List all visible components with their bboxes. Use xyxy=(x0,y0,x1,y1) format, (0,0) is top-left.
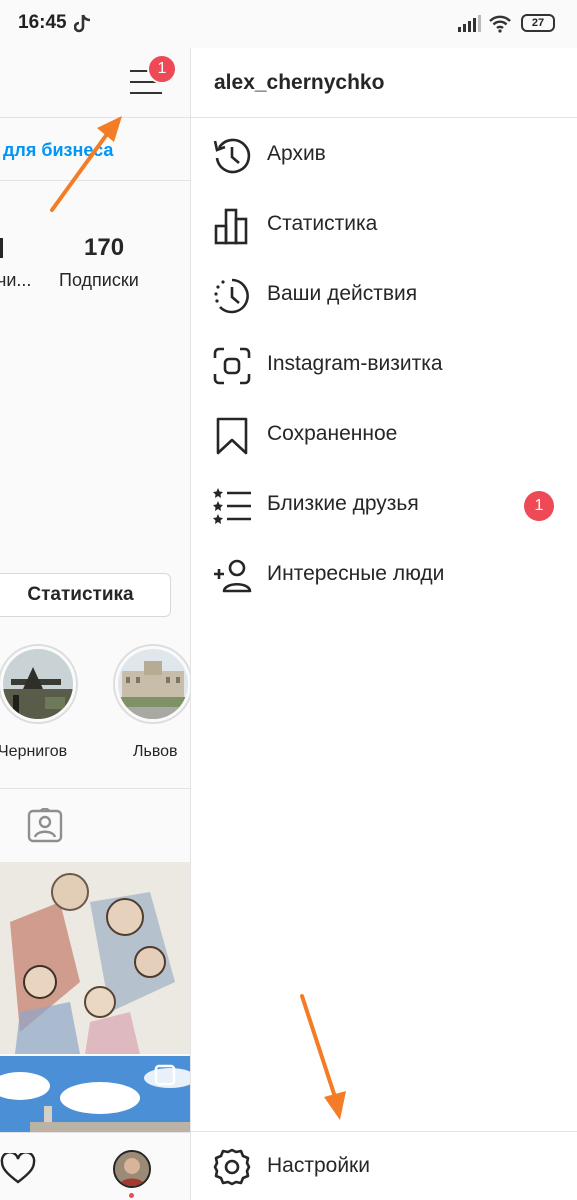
bottom-nav xyxy=(0,1132,190,1200)
activity-clock-icon xyxy=(214,278,249,314)
close-friends-list-icon xyxy=(213,488,251,524)
divider xyxy=(0,180,190,181)
wifi-icon xyxy=(489,15,511,33)
notification-badge: 1 xyxy=(147,54,177,84)
bar-chart-icon xyxy=(214,208,248,245)
post-image xyxy=(0,862,190,1054)
following-label[interactable]: Подписки xyxy=(59,270,139,291)
highlight-image xyxy=(118,649,188,719)
menu-item-nametag[interactable]: Instagram-визитка xyxy=(191,330,577,400)
battery-icon: 27 xyxy=(521,14,555,32)
statistics-button[interactable]: Статистика xyxy=(0,573,171,617)
heart-icon[interactable] xyxy=(0,1153,36,1185)
highlight-label: Львов xyxy=(133,743,178,760)
menu-item-saved[interactable]: Сохраненное xyxy=(191,400,577,470)
highlight-label: Чернигов xyxy=(0,743,68,760)
signal-icon xyxy=(458,15,481,32)
tiktok-icon xyxy=(74,14,91,33)
post-thumbnail[interactable] xyxy=(0,862,190,1054)
profile-avatar[interactable] xyxy=(113,1150,151,1188)
profile-panel: 1 для бизнеса чи... 170 Подписки Статист… xyxy=(0,48,190,1200)
gear-icon xyxy=(213,1148,251,1186)
drawer-header: alex_chernychko xyxy=(191,48,577,118)
post-image xyxy=(0,1056,190,1132)
status-bar: 16:45 27 xyxy=(0,0,577,48)
menu-item-archive[interactable]: Архив xyxy=(191,120,577,190)
post-thumbnail[interactable] xyxy=(0,1056,190,1132)
menu-item-label: Сохраненное xyxy=(267,422,398,445)
followers-label[interactable]: чи... xyxy=(0,270,31,291)
archive-history-icon xyxy=(213,138,251,174)
menu-item-your-activity[interactable]: Ваши действия xyxy=(191,260,577,330)
nametag-icon xyxy=(213,347,251,385)
profile-header: 1 xyxy=(0,48,190,118)
highlight-chernigov[interactable] xyxy=(3,649,73,719)
menu-item-label: Ваши действия xyxy=(267,282,418,305)
menu-item-discover-people[interactable]: Интересные люди xyxy=(191,540,577,610)
close-friends-badge: 1 xyxy=(524,491,554,521)
menu-item-label: Статистика xyxy=(267,212,378,235)
status-time: 16:45 xyxy=(18,12,67,33)
business-link[interactable]: для бизнеса xyxy=(3,140,113,161)
highlight-image xyxy=(3,649,73,719)
notification-dot xyxy=(129,1193,134,1198)
divider xyxy=(0,788,190,789)
settings-label: Настройки xyxy=(267,1154,370,1177)
menu-item-label: Instagram-визитка xyxy=(267,352,443,375)
menu-item-statistics[interactable]: Статистика xyxy=(191,190,577,260)
menu-item-label: Близкие друзья xyxy=(267,492,419,515)
avatar-image xyxy=(115,1152,149,1186)
tagged-photos-icon[interactable] xyxy=(27,808,63,844)
following-count: 170 xyxy=(84,234,125,261)
username: alex_chernychko xyxy=(214,71,385,94)
highlight-lviv[interactable] xyxy=(118,649,188,719)
menu-item-label: Интересные люди xyxy=(267,562,445,585)
add-person-icon xyxy=(214,559,252,593)
settings-button[interactable]: Настройки xyxy=(191,1131,577,1200)
menu-item-label: Архив xyxy=(267,142,326,165)
followers-count-fragment xyxy=(0,238,3,258)
menu-item-close-friends[interactable]: Близкие друзья 1 xyxy=(191,470,577,540)
side-drawer: alex_chernychko Архив Статистика Ваши де… xyxy=(190,48,577,1200)
bookmark-icon xyxy=(216,417,248,455)
